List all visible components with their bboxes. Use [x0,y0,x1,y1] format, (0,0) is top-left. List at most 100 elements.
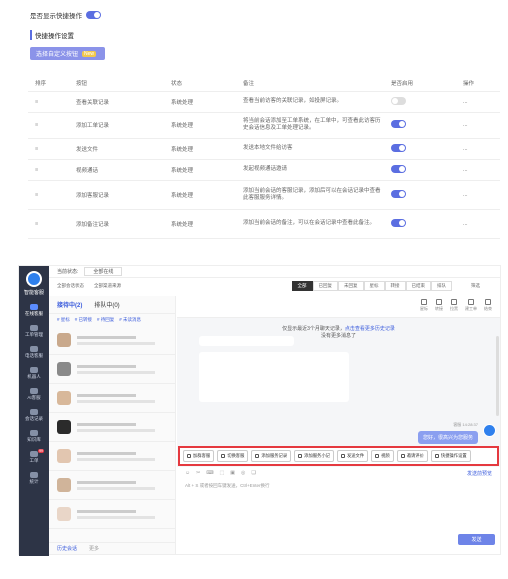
visitor-avatar [57,507,71,521]
show-quick-actions-setting: 是否显示快捷操作 [30,10,101,20]
nav-item[interactable]: 工单管理 [19,325,49,338]
filter-tab[interactable]: 排队 [431,281,452,291]
tab-queue[interactable]: 排队中(0) [94,300,119,309]
nav-item[interactable]: 机器人 [19,367,49,380]
row-actions[interactable]: ... [463,159,500,181]
note-text: 添加当前会话的客服记录，添加后可以在会话记录中查看此客服服务详情。 [243,180,391,210]
row-actions[interactable]: ... [463,138,500,160]
chat-action-button[interactable]: 建工单 [465,299,477,312]
chat-action-button[interactable]: 拉黑 [450,299,458,312]
quick-action-button[interactable]: 添加服务小记 [294,450,334,462]
more-link[interactable]: 更多 [89,545,99,552]
editor-tool-icon[interactable]: ▣ [230,470,235,477]
note-text: 发起视频通话邀请 [243,159,391,181]
row-actions[interactable]: ... [463,180,500,210]
filter-tab[interactable]: 全部 [291,281,313,291]
chat-action-button[interactable]: 结束 [484,299,492,312]
nav-item[interactable]: AI客服 [19,388,49,401]
table-row: ≡ 视频通话 系统处理 发起视频通话邀请... [28,159,500,181]
quick-action-button[interactable]: 邀请评价 [396,450,428,462]
col-sort: 排序 [28,76,76,92]
drag-handle-icon[interactable]: ≡ [28,138,76,160]
history-sessions-link[interactable]: 历史会话 [57,545,77,552]
show-quick-actions-toggle[interactable] [86,11,101,19]
filter-tab[interactable]: 已回复 [312,281,338,291]
list-subtab[interactable]: # 已转接 [75,317,92,323]
row-actions[interactable]: ... [463,91,500,113]
filter-more[interactable]: 筛选 [471,283,480,289]
send-button[interactable]: 发送 [458,534,495,545]
enabled-toggle[interactable] [391,120,406,128]
history-link[interactable]: 点击查看更多历史记录 [345,326,395,332]
nav-item[interactable]: 会话记录 [19,409,49,422]
quick-action-icon [340,454,345,458]
table-row: ≡ 发送文件 系统处理 发送本地文件给访客... [28,138,500,160]
quick-action-button[interactable]: 发送文件 [336,450,369,462]
nav-label: 工单 [29,458,39,463]
editor-tool-icon[interactable]: ⌨ [206,470,213,477]
chat-action-button[interactable]: 转接 [435,299,443,312]
nav-item[interactable]: 电话客服 [19,346,49,359]
enabled-toggle[interactable] [391,164,406,173]
editor-tool-icon[interactable]: ❑ [251,470,255,477]
conversation-item[interactable] [49,355,175,384]
quick-action-button[interactable]: 切换客服 [217,450,249,462]
drag-handle-icon[interactable]: ≡ [28,180,76,210]
editor-tool-icon[interactable]: ⬚ [220,470,225,477]
chat-scrollbar[interactable] [496,336,499,416]
quick-action-button[interactable]: 加群客服 [183,450,215,462]
quick-actions-bar: 加群客服 切换客服 添加服务记录 添加服务小记 发送文件 视频 邀请评价 快捷操作设置 [178,446,499,466]
note-text: 发送本地文件给访客 [243,138,391,160]
quick-action-button[interactable]: 视频 [371,450,394,462]
nav-icon [30,451,38,457]
nav-label: 知识库 [27,437,41,442]
editor-tool-icon[interactable]: ◎ [241,470,245,477]
quick-actions-table: 排序 按钮 状态 备注 是否启用 操作 ≡ 查看关联记录 系统处理 查看当前访客的关联… [28,76,500,239]
status-text: 系统处理 [171,159,243,181]
quick-action-button[interactable]: 添加服务记录 [251,450,292,462]
drag-handle-icon[interactable]: ≡ [28,91,76,113]
row-actions[interactable]: ... [463,209,500,239]
nav-item[interactable]: 知识库 [19,430,49,443]
nav-item[interactable]: 统计 [19,472,49,485]
list-subtab[interactable]: # 未读消息 [119,317,141,323]
nav-icon [30,346,38,352]
nav-item[interactable]: 工单 99 [19,449,49,464]
custom-button-select[interactable]: 选择自定义按钮 New [30,47,105,60]
enabled-toggle[interactable] [391,189,406,198]
nav-item[interactable]: 在线客服 [19,304,49,317]
filter-session-status[interactable]: 全部会话状态 [57,283,84,289]
filter-tab[interactable]: 转接 [384,281,406,291]
conversation-item[interactable] [49,500,175,529]
editor-tool-icon[interactable]: ✂ [196,470,200,477]
filter-tab[interactable]: 已结束 [405,281,431,291]
enabled-toggle[interactable] [391,218,406,227]
tab-serving[interactable]: 接待中(2) [57,300,82,309]
filter-channel[interactable]: 全部渠道来源 [94,283,121,289]
conversation-item[interactable] [49,471,175,500]
list-subtab[interactable]: # 待回复 [97,317,114,323]
note-text: 添加当前会话的备注，可以在会话记录中查看此备注。 [243,209,391,239]
preview-checkbox[interactable]: 发送前预览 [467,470,492,477]
conversation-item[interactable] [49,384,175,413]
incoming-message [199,352,349,402]
conversation-item[interactable] [49,442,175,471]
enabled-toggle[interactable] [391,143,406,152]
row-actions[interactable]: ... [463,112,500,139]
enabled-cell [391,138,463,160]
drag-handle-icon[interactable]: ≡ [28,112,76,139]
drag-handle-icon[interactable]: ≡ [28,159,76,181]
drag-handle-icon[interactable]: ≡ [28,209,76,239]
status-select[interactable]: 全部在线 [84,267,123,276]
filter-tab[interactable]: 未回复 [338,281,364,291]
quick-action-button[interactable]: 快捷操作设置 [430,450,471,462]
conversation-item[interactable] [49,413,175,442]
list-footer: 历史会话 更多 [49,542,175,554]
enabled-toggle[interactable] [391,96,406,105]
list-subtab[interactable]: # 星标 [57,317,70,323]
editor-tool-icon[interactable]: ☺ [185,470,190,477]
filter-tab[interactable]: 星标 [363,281,385,291]
conversation-item[interactable] [49,326,175,355]
chat-action-button[interactable]: 星标 [420,299,428,312]
message-editor[interactable]: ☺ ✂ ⌨ ⬚ ▣ ◎ ❑ 发送前预览 Alt + S 或者按回车键发送，Ctrl+Enter… [177,467,500,554]
